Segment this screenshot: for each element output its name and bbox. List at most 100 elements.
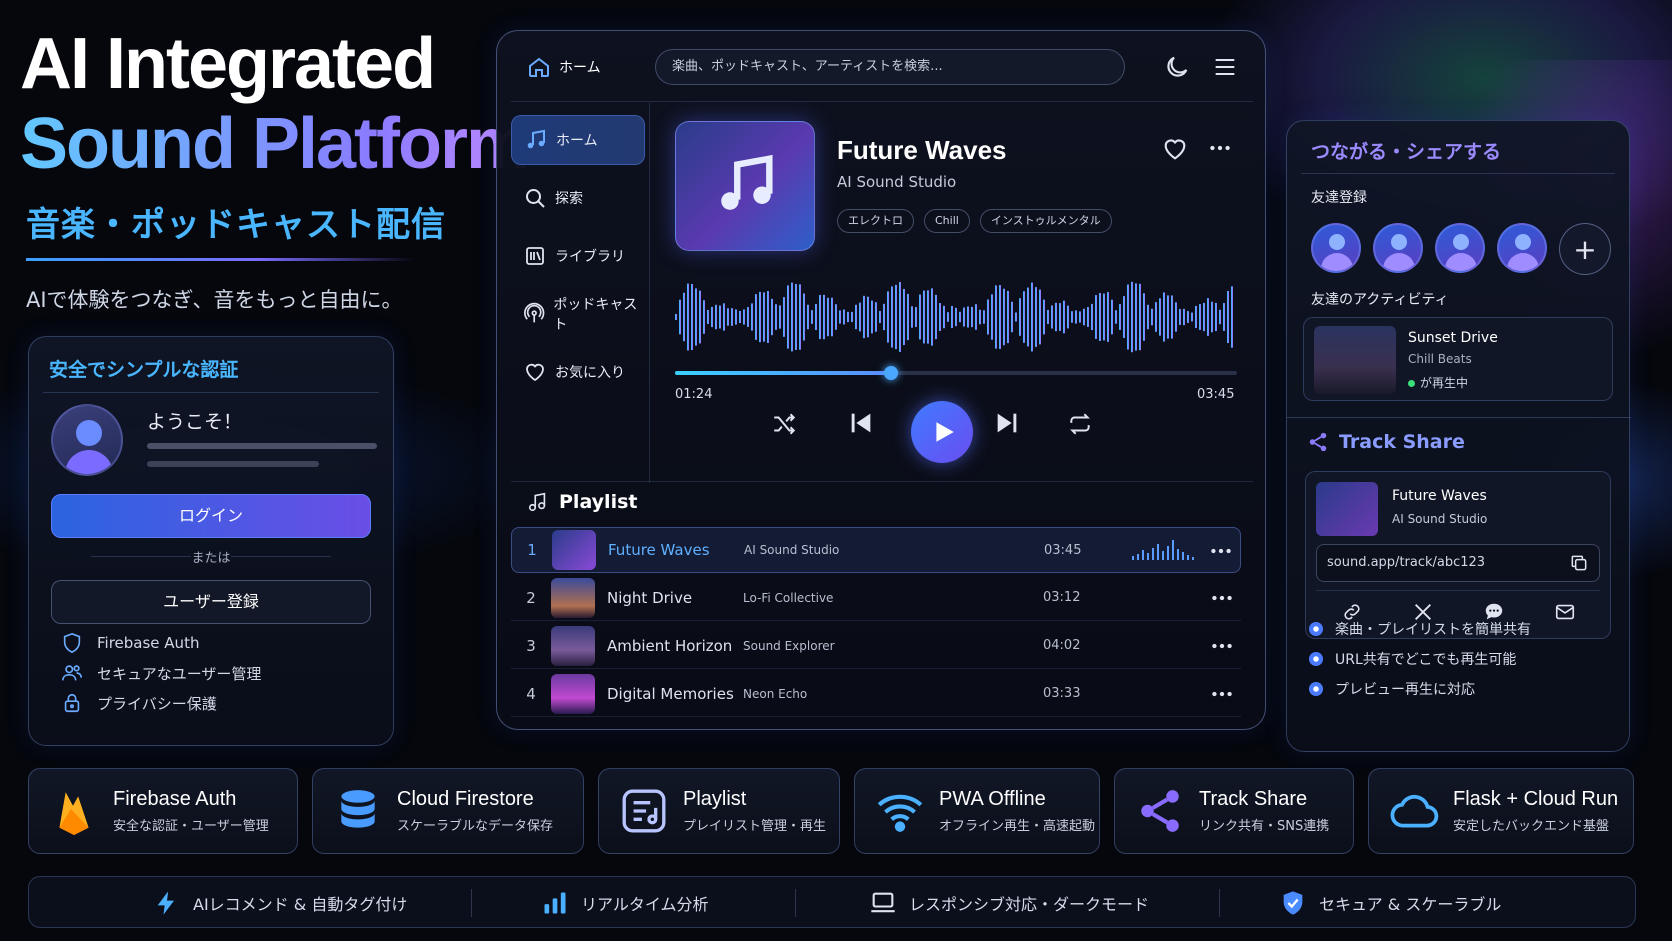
waveform-bar	[1067, 305, 1069, 329]
sidebar-item-podcast[interactable]: ポッドキャスト	[511, 289, 645, 339]
waveform-bar	[715, 304, 717, 330]
hamburger-menu-icon[interactable]	[1211, 53, 1239, 81]
more-options-icon[interactable]	[1209, 681, 1235, 707]
sidebar-item-label: 探索	[555, 191, 583, 207]
mail-icon[interactable]	[1554, 601, 1576, 623]
favorite-heart-icon[interactable]	[1161, 135, 1189, 163]
waveform-bar	[1055, 302, 1057, 332]
waveform-bar	[787, 285, 789, 349]
waveform-bar	[943, 305, 945, 329]
copy-icon[interactable]	[1569, 553, 1589, 573]
next-track-icon[interactable]	[993, 409, 1021, 437]
table-row[interactable]: 2 Night Drive Lo-Fi Collective 03:12	[511, 575, 1241, 621]
playlist-title: Playlist	[559, 491, 638, 513]
waveform-bar	[1123, 296, 1125, 338]
add-friend-button[interactable]: +	[1559, 223, 1611, 275]
waveform-bar	[783, 297, 785, 337]
waveform-bar	[1075, 310, 1077, 324]
feature-subtitle: リンク共有・SNS連携	[1199, 819, 1330, 834]
waveform-bar	[811, 310, 813, 324]
sidebar: ホーム 探索 ライブラリ ポッドキャスト お気に入り	[511, 115, 645, 405]
search-icon	[526, 189, 545, 208]
waveform-bar	[1199, 304, 1201, 330]
waveform-bar	[747, 307, 749, 327]
sidebar-item-library[interactable]: ライブラリ	[511, 231, 645, 281]
waveform-bar	[891, 286, 893, 348]
sidebar-item-explore[interactable]: 探索	[511, 173, 645, 223]
friend-avatar-icon[interactable]	[1373, 223, 1423, 273]
more-options-icon[interactable]	[1208, 538, 1234, 564]
track-duration: 03:45	[1044, 542, 1082, 558]
feature-card-firebase: Firebase Auth 安全な認証・ユーザー管理	[28, 768, 298, 854]
waveform-bar	[1003, 288, 1005, 346]
track-name: Digital Memories	[607, 684, 734, 703]
waveform-bar	[799, 284, 801, 350]
share-url-field[interactable]: sound.app/track/abc123	[1316, 544, 1600, 582]
playlist-icon	[622, 789, 666, 833]
search-input[interactable]: 楽曲、ポッドキャスト、アーティストを検索...	[655, 49, 1125, 85]
waveform-bar	[699, 290, 701, 344]
genre-tag[interactable]: インストゥルメンタル	[979, 209, 1112, 233]
genre-tag[interactable]: エレクトロ	[837, 209, 914, 233]
track-duration: 04:02	[1043, 638, 1081, 653]
waveform-bar	[687, 283, 689, 351]
genre-tag[interactable]: Chill	[924, 209, 970, 233]
sidebar-item-favorites[interactable]: お気に入り	[511, 347, 645, 397]
placeholder-bar	[147, 461, 319, 467]
shuffle-icon[interactable]	[771, 411, 797, 437]
waveform-bar	[1091, 303, 1093, 331]
cloud-icon	[1390, 794, 1439, 828]
waveform-bar	[927, 290, 929, 344]
friend-activity-item[interactable]: Sunset Drive Chill Beats が再生中	[1303, 317, 1613, 401]
divider	[1219, 889, 1220, 917]
progress-handle[interactable]	[884, 366, 899, 380]
table-row[interactable]: 1 Future Waves AI Sound Studio 03:45	[511, 527, 1241, 573]
feature-card-share: Track Share リンク共有・SNS連携	[1114, 768, 1354, 854]
feature-title: Cloud Firestore	[397, 788, 534, 810]
repeat-icon[interactable]	[1067, 411, 1093, 437]
waveform-bar	[931, 288, 933, 346]
table-row[interactable]: 4 Digital Memories Neon Echo 03:33	[511, 671, 1241, 717]
track-artist: Sound Explorer	[743, 638, 835, 653]
table-row[interactable]: 3 Ambient Horizon Sound Explorer 04:02	[511, 623, 1241, 669]
waveform-bar	[751, 303, 753, 331]
waveform-bar	[1143, 293, 1145, 341]
waveform-bar	[727, 308, 729, 326]
waveform-bar	[1195, 305, 1197, 329]
sidebar-item-home[interactable]: ホーム	[511, 115, 645, 165]
waveform-bar	[987, 299, 989, 335]
play-button[interactable]	[911, 401, 973, 463]
share-icon	[1309, 432, 1327, 452]
share-bullet: プレビュー再生に対応	[1309, 679, 1475, 699]
moon-icon[interactable]	[1163, 53, 1191, 81]
header-home-link[interactable]: ホーム	[527, 55, 601, 79]
progress-bar[interactable]	[675, 366, 1237, 380]
waveform-bar	[719, 305, 721, 329]
music-note-icon	[527, 129, 545, 149]
waveform-bar	[735, 309, 737, 325]
equalizer-bar	[1177, 549, 1179, 560]
waveform-bar	[771, 298, 773, 336]
more-options-icon[interactable]	[1209, 633, 1235, 659]
register-button[interactable]: ユーザー登録	[51, 580, 371, 624]
login-button[interactable]: ログイン	[51, 494, 371, 538]
waveform-bar	[1103, 293, 1105, 341]
friend-avatar-icon[interactable]	[1311, 223, 1361, 273]
waveform-bar	[859, 302, 861, 332]
waveform-bar	[1131, 281, 1133, 353]
more-options-icon[interactable]	[1207, 135, 1233, 161]
friend-avatar-icon[interactable]	[1497, 223, 1547, 273]
track-artist: Neon Echo	[743, 686, 808, 701]
shield-check-icon	[1283, 891, 1303, 915]
waveform-bar	[823, 294, 825, 340]
friend-avatar-icon[interactable]	[1435, 223, 1485, 273]
divider	[471, 889, 472, 917]
waveform-bar	[867, 296, 869, 338]
previous-track-icon[interactable]	[847, 409, 875, 437]
more-options-icon[interactable]	[1209, 585, 1235, 611]
auth-title: 安全でシンプルな認証	[49, 359, 239, 381]
feature-title: PWA Offline	[939, 788, 1046, 810]
feature-card-pwa: PWA Offline オフライン再生・高速起動	[854, 768, 1100, 854]
equalizer-bar	[1187, 555, 1189, 560]
waveform-bar	[739, 310, 741, 324]
